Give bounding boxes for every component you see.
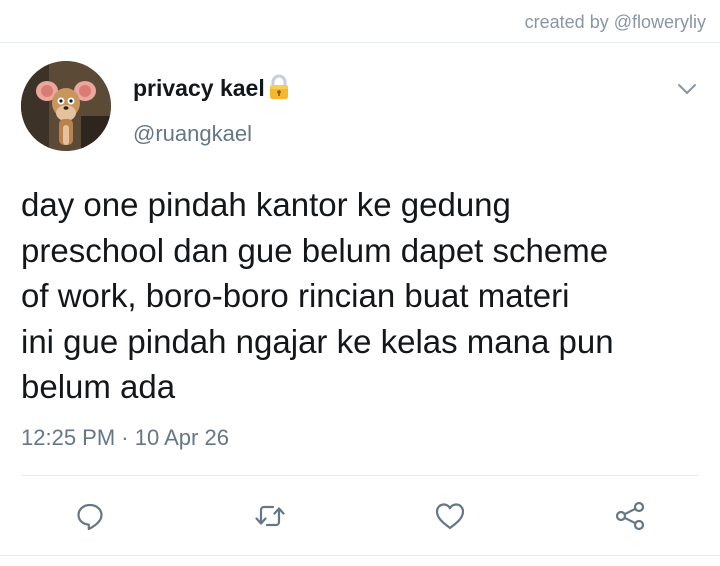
tweet-date: 10 Apr 26	[134, 425, 229, 450]
tweet-text: day one pindah kantor ke gedung preschoo…	[21, 186, 614, 405]
reply-icon	[77, 503, 103, 531]
chevron-down-icon[interactable]	[676, 78, 698, 100]
like-button[interactable]	[430, 496, 470, 536]
share-button[interactable]	[610, 496, 650, 536]
retweet-icon	[255, 505, 285, 527]
credit-text: created by @floweryliy	[524, 12, 706, 32]
avatar[interactable]	[21, 61, 111, 151]
tweet-time: 12:25 PM	[21, 425, 116, 450]
display-name[interactable]: privacy kael	[133, 74, 290, 102]
tweet-timestamp[interactable]: 12:25 PM · 10 Apr 26	[21, 425, 229, 451]
display-name-text: privacy kael	[133, 75, 265, 101]
bottom-divider	[0, 555, 720, 556]
lock-icon	[268, 74, 290, 100]
reply-button[interactable]	[70, 496, 110, 536]
retweet-button[interactable]	[250, 496, 290, 536]
action-divider	[21, 475, 699, 476]
heart-icon	[435, 503, 465, 530]
timestamp-separator: ·	[121, 425, 129, 450]
top-divider	[0, 42, 720, 43]
share-icon	[615, 501, 645, 531]
action-bar	[0, 496, 720, 536]
user-handle[interactable]: @ruangkael	[133, 121, 252, 147]
